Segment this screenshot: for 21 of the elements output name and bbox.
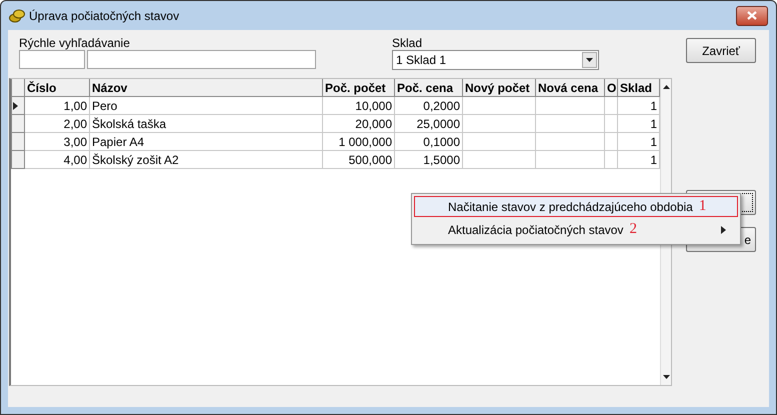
table-cell: 25,0000 <box>394 114 462 132</box>
table-cell: 0,1000 <box>394 132 462 150</box>
table-cell: Školská taška <box>90 114 322 132</box>
table-cell: Školský zošit A2 <box>90 150 322 168</box>
table-cell: 4,00 <box>24 150 90 168</box>
table-cell: 3,00 <box>24 132 90 150</box>
table-cell: Papier A4 <box>90 132 322 150</box>
table-cell: 0,2000 <box>394 96 462 114</box>
table-cell: Pero <box>90 96 322 114</box>
table-cell: 500,000 <box>322 150 394 168</box>
annotation-number: 1 <box>698 198 706 215</box>
table-cell: 20,000 <box>322 114 394 132</box>
table-cell: 1,5000 <box>394 150 462 168</box>
table-cell: 2,00 <box>24 114 90 132</box>
table-cell: 10,000 <box>322 96 394 114</box>
table-cell: 1,00 <box>24 96 90 114</box>
warehouse-label: Sklad <box>392 36 424 50</box>
search-label: Rýchle vyhľadávanie <box>19 36 131 50</box>
annotation-number: 2 <box>629 221 637 238</box>
window-title: Úprava počiatočných stavov <box>29 8 180 22</box>
table-cell: 1 000,000 <box>322 132 394 150</box>
